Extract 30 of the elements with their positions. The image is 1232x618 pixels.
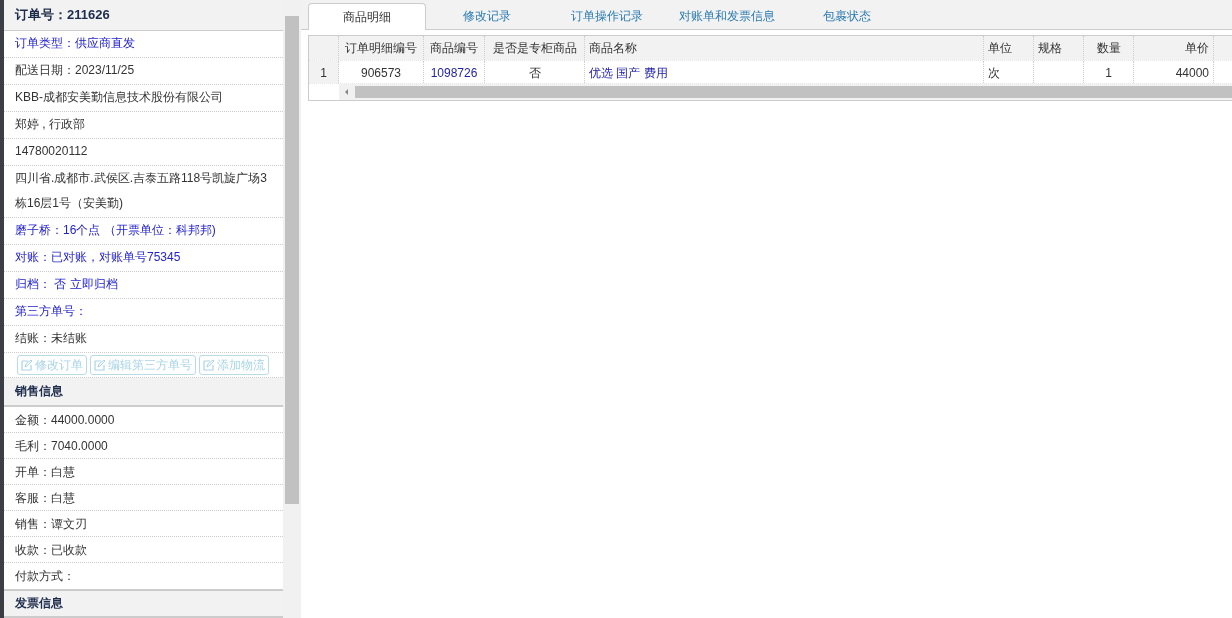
- section-header: 销售信息: [4, 377, 283, 407]
- scrollbar[interactable]: [283, 0, 301, 618]
- table-cell: 次: [984, 61, 1034, 83]
- column-header: 是否是专柜商品: [485, 36, 585, 60]
- column-header: 规格: [1034, 36, 1084, 60]
- column-header: 单位: [984, 36, 1034, 60]
- table-cell: 906573: [339, 61, 424, 83]
- table-cell[interactable]: 1098726: [424, 61, 485, 83]
- tab[interactable]: 商品明细: [308, 3, 426, 30]
- tab[interactable]: 对账单和发票信息: [668, 3, 786, 29]
- order-number-header: 订单号：211626: [4, 0, 283, 31]
- column-header: 商品编号: [424, 36, 485, 60]
- horizontal-scrollbar[interactable]: [339, 84, 1232, 100]
- tab[interactable]: 包裹状态: [788, 3, 906, 29]
- table-cell: 44000: [1134, 61, 1214, 83]
- column-header: 数量: [1084, 36, 1134, 60]
- row-number: 1: [309, 61, 339, 83]
- column-header: 订单明细编号: [339, 36, 424, 60]
- column-header: 商品名称: [585, 36, 984, 60]
- edit-icon: [203, 358, 215, 371]
- tab[interactable]: 订单操作记录: [548, 3, 666, 29]
- tab[interactable]: 修改记录: [428, 3, 546, 29]
- edit-icon: [21, 358, 33, 371]
- edit-icon: [94, 358, 106, 371]
- table-cell[interactable]: 优选 国产 费用: [585, 61, 984, 83]
- sales-info-row-text: 付款方式：: [14, 567, 76, 585]
- section-header: 发票信息: [4, 588, 283, 618]
- column-header: 单价: [1134, 36, 1214, 60]
- table-cell: 否: [485, 61, 585, 83]
- table-cell: 1: [1084, 61, 1134, 83]
